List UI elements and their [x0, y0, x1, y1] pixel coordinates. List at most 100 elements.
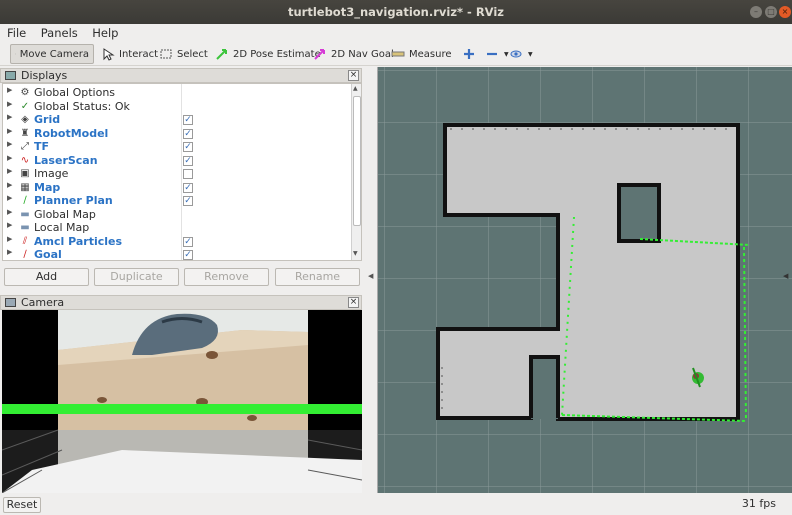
display-item-label: Grid: [34, 113, 61, 126]
panel-splitter[interactable]: ◀: [366, 67, 376, 493]
tf-icon: ⤢: [21, 141, 29, 152]
camera-icon: [5, 298, 16, 307]
move-camera-tool[interactable]: Move Camera: [10, 44, 94, 64]
menu-help[interactable]: Help: [85, 24, 122, 40]
scrollbar-thumb[interactable]: [353, 96, 361, 226]
expand-arrow-icon[interactable]: ▶: [7, 181, 12, 189]
display-item[interactable]: ▶ ∿ LaserScan ✓: [3, 154, 353, 168]
enable-checkbox[interactable]: ✓: [183, 250, 193, 260]
close-icon[interactable]: ×: [348, 297, 359, 308]
displays-title: Displays: [21, 69, 68, 82]
folder-icon: ▬: [20, 208, 30, 220]
check-icon: ✓: [20, 100, 30, 112]
menu-file[interactable]: File: [0, 24, 30, 40]
move-camera-icon: [15, 53, 16, 55]
enable-checkbox[interactable]: ✓: [183, 182, 193, 193]
enable-checkbox[interactable]: ✓: [183, 142, 193, 152]
expand-arrow-icon[interactable]: ▶: [7, 140, 12, 148]
display-item[interactable]: ▶ ∕ Goal ✓: [3, 248, 353, 260]
display-item[interactable]: ▶ ▬ Local Map: [3, 221, 353, 235]
remove-button[interactable]: Remove: [184, 268, 269, 286]
collapse-right-icon[interactable]: ◀: [783, 272, 788, 280]
move-camera-label: Move Camera: [19, 48, 89, 60]
display-item[interactable]: ▶ ✓ Global Status: Ok: [3, 100, 353, 114]
scroll-up-icon[interactable]: ▲: [353, 85, 358, 92]
expand-arrow-icon[interactable]: ▶: [7, 154, 12, 162]
enable-checkbox[interactable]: ✓: [183, 196, 193, 206]
display-item-label: Local Map: [34, 221, 90, 234]
particles-icon: ⫽: [22, 235, 28, 247]
expand-arrow-icon[interactable]: ▶: [7, 194, 12, 202]
enable-checkbox[interactable]: ✓: [183, 236, 193, 247]
display-item-label: Global Status: Ok: [34, 99, 130, 113]
chevron-down-icon: ▼: [528, 50, 533, 58]
expand-arrow-icon[interactable]: ▶: [7, 221, 12, 229]
add-tool-button[interactable]: [458, 44, 480, 64]
displays-tree[interactable]: ▶ ⚙ Global Options ▶ ✓ Global Status: Ok ▶ ◈ Gri…: [2, 83, 362, 261]
display-item[interactable]: ▶ ⚙ Global Options: [3, 86, 353, 100]
scroll-down-icon[interactable]: ▼: [353, 250, 358, 257]
interact-icon: [103, 48, 115, 61]
display-item[interactable]: ▶ ▬ Global Map: [3, 208, 353, 222]
select-icon: [160, 49, 172, 59]
displays-panel-header: Displays ×: [0, 68, 362, 83]
measure-tool[interactable]: Measure: [387, 44, 456, 64]
pose-estimate-label: 2D Pose Estimate: [233, 48, 321, 60]
menubar: File Panels Help: [0, 24, 792, 42]
expand-arrow-icon[interactable]: ▶: [7, 248, 12, 256]
enable-checkbox[interactable]: ✓: [183, 155, 193, 166]
toolbar: Move Camera Interact Select 2D Pose Esti…: [0, 42, 792, 66]
display-item[interactable]: ▶ ▦ Map ✓: [3, 181, 353, 195]
select-tool[interactable]: Select: [155, 44, 212, 64]
display-item-label: Image: [34, 167, 69, 180]
close-icon[interactable]: ×: [348, 70, 359, 81]
magenta-arrow-icon: [314, 49, 325, 60]
interact-tool[interactable]: Interact: [97, 44, 162, 64]
reset-button[interactable]: Reset: [3, 497, 41, 513]
display-item[interactable]: ▶ ◈ Grid ✓: [3, 113, 353, 127]
expand-arrow-icon[interactable]: ▶: [7, 113, 12, 121]
expand-arrow-icon[interactable]: ▶: [7, 208, 12, 216]
camera-image: [2, 310, 362, 493]
image-icon: ▣: [20, 168, 30, 179]
camera-title: Camera: [21, 296, 65, 309]
collapse-left-icon[interactable]: ◀: [368, 272, 373, 280]
duplicate-button[interactable]: Duplicate: [94, 268, 179, 286]
nav-goal-label: 2D Nav Goal: [331, 48, 394, 60]
display-item[interactable]: ▶ ∕ Planner Plan ✓: [3, 194, 353, 208]
enable-checkbox[interactable]: [183, 169, 193, 179]
rename-button[interactable]: Rename: [275, 268, 360, 286]
displays-scrollbar[interactable]: ▲ ▼: [351, 84, 361, 260]
display-item[interactable]: ▶ ⤢ TF ✓: [3, 140, 353, 154]
enable-checkbox[interactable]: ✓: [183, 128, 193, 139]
expand-arrow-icon[interactable]: ▶: [7, 235, 12, 243]
enable-checkbox[interactable]: ✓: [183, 115, 193, 125]
robot-icon: ♜: [20, 127, 30, 139]
display-item-label: TF: [34, 140, 50, 153]
statusbar: Reset 31 fps: [0, 494, 792, 515]
display-item-label: Map: [34, 180, 61, 194]
camera-panel-header: Camera ×: [0, 295, 362, 310]
fps-counter: 31 fps: [741, 497, 776, 510]
display-item[interactable]: ▶ ▣ Image: [3, 167, 353, 181]
map-icon: ▦: [20, 181, 30, 193]
menu-panels[interactable]: Panels: [34, 24, 82, 40]
display-item-label: Global Options: [34, 86, 116, 99]
window-titlebar: – □ × turtlebot3_navigation.rviz* - RViz: [0, 0, 792, 24]
gear-icon: ⚙: [20, 87, 30, 98]
expand-arrow-icon[interactable]: ▶: [7, 167, 12, 175]
pose-estimate-tool[interactable]: 2D Pose Estimate: [211, 44, 325, 64]
view-tool-button[interactable]: ▼: [505, 44, 537, 64]
expand-arrow-icon[interactable]: ▶: [7, 86, 12, 94]
nav-goal-tool[interactable]: 2D Nav Goal: [309, 44, 398, 64]
folder-icon: ▬: [20, 222, 30, 233]
display-item-label: Amcl Particles: [34, 234, 123, 248]
map-view[interactable]: [377, 67, 792, 493]
display-item-label: Planner Plan: [34, 194, 113, 207]
add-button[interactable]: Add: [4, 268, 89, 286]
display-item[interactable]: ▶ ♜ RobotModel ✓: [3, 127, 353, 141]
expand-arrow-icon[interactable]: ▶: [7, 127, 12, 135]
expand-arrow-icon[interactable]: ▶: [7, 100, 12, 108]
displays-button-row: Add Duplicate Remove Rename: [0, 268, 365, 288]
display-item[interactable]: ▶ ⫽ Amcl Particles ✓: [3, 235, 353, 249]
